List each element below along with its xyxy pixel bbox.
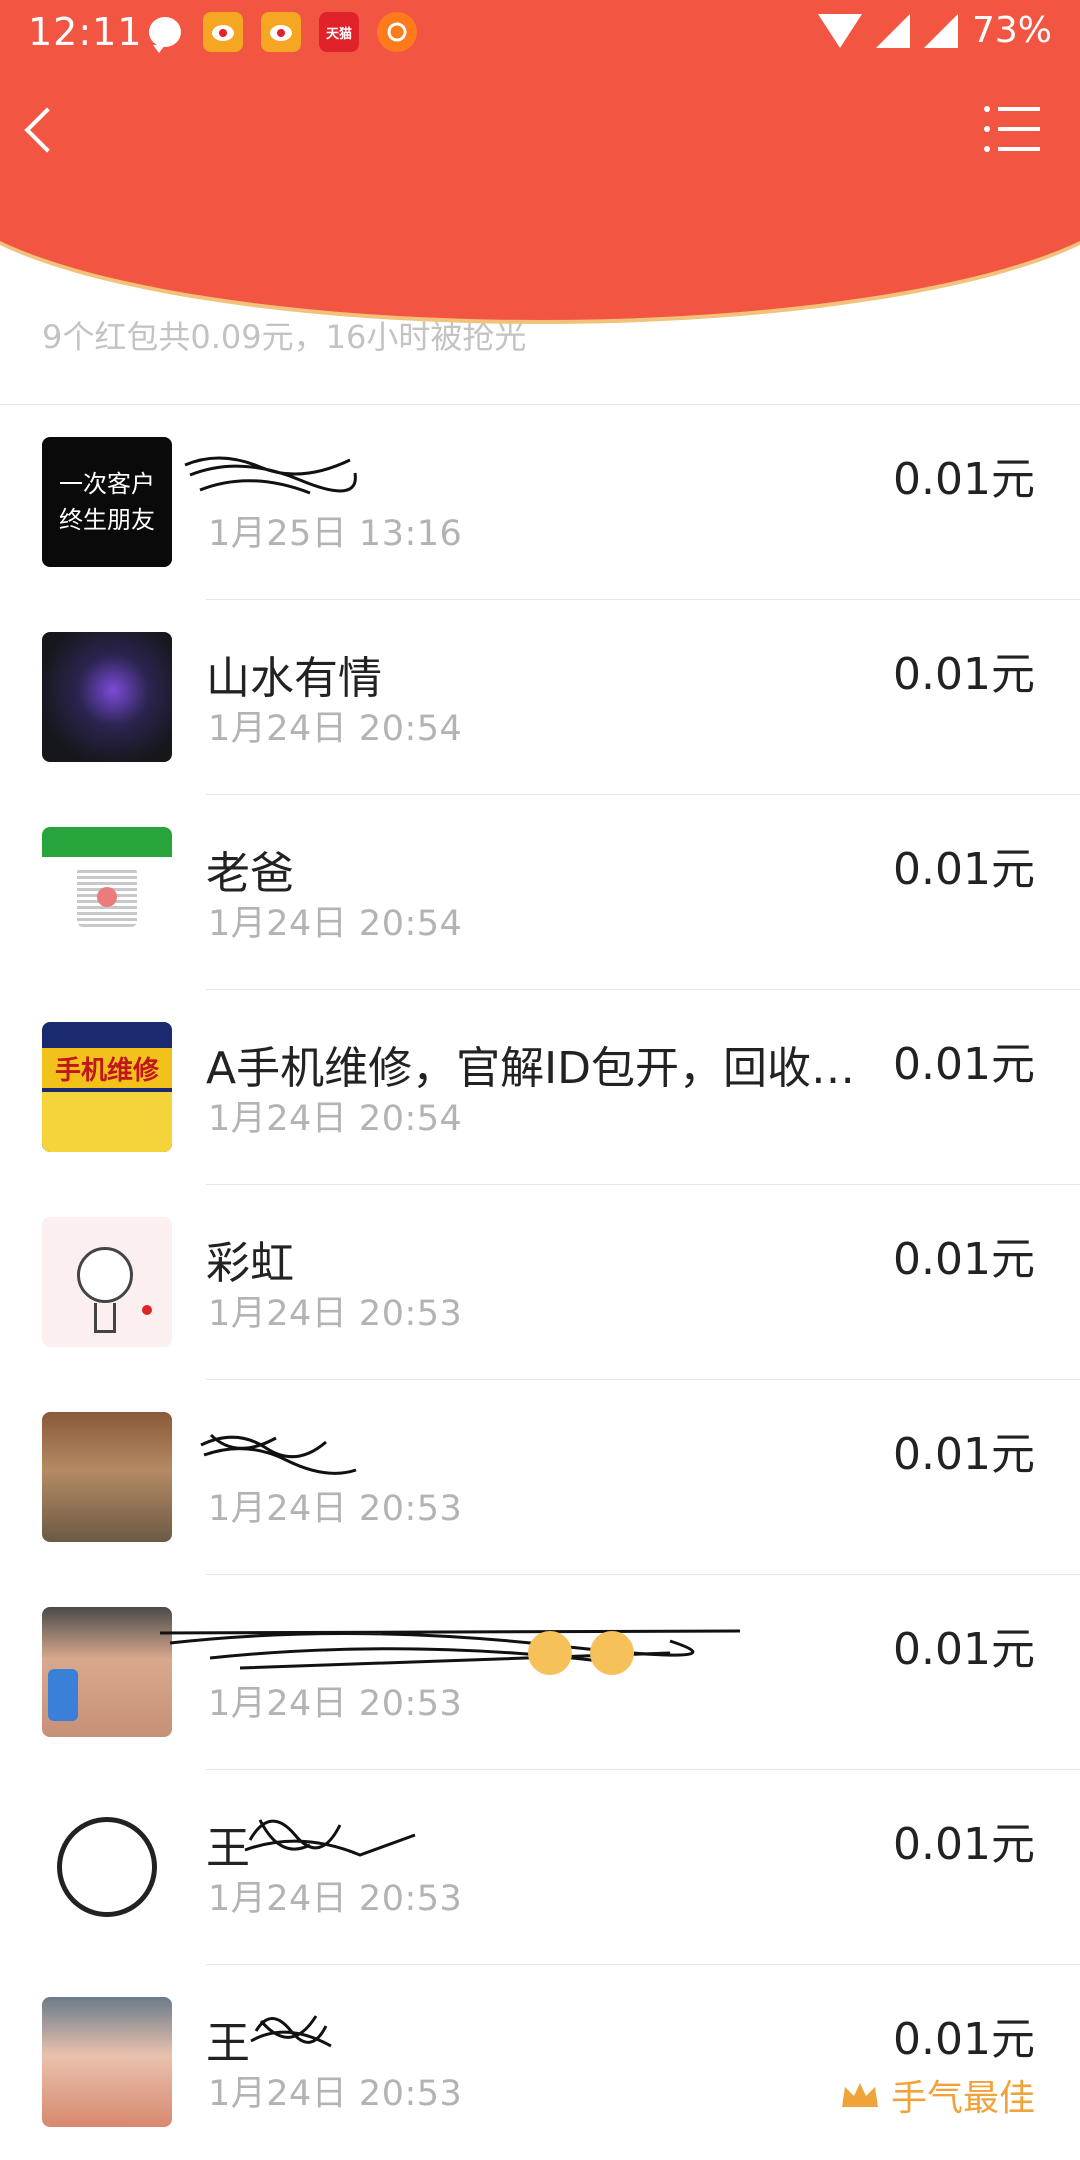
weibo-icon bbox=[203, 12, 243, 52]
best-luck-label: 手气最佳 bbox=[890, 2078, 1035, 2119]
battery-level: 73% bbox=[971, 10, 1052, 51]
avatar[interactable] bbox=[42, 1802, 172, 1932]
redaction-scribble bbox=[184, 456, 357, 495]
redaction-scribble bbox=[200, 1433, 357, 1475]
list-item[interactable]: 王 1月24日 20:53 0.01元 bbox=[0, 1770, 1080, 1965]
claim-time: 1月24日 20:54 bbox=[208, 904, 463, 944]
menu-button[interactable] bbox=[984, 105, 1040, 155]
amount: 0.01元 bbox=[893, 1429, 1035, 1480]
redaction-scribble bbox=[159, 1629, 741, 1675]
amount: 0.01元 bbox=[893, 1819, 1035, 1870]
list-item[interactable]: 手机维修 A手机维修，官解ID包开，回收… 1月24日 20:54 0.01元 bbox=[0, 990, 1080, 1185]
list-item[interactable]: 老爸 1月24日 20:54 0.01元 bbox=[0, 795, 1080, 990]
status-bar: 12:11 天猫 73% bbox=[0, 0, 1080, 66]
amount: 0.01元 bbox=[893, 2014, 1035, 2065]
crown-icon bbox=[839, 2079, 881, 2111]
weibo-icon bbox=[261, 12, 301, 52]
status-time: 12:11 bbox=[28, 10, 143, 54]
avatar[interactable]: 一次客户 终生朋友 bbox=[42, 437, 172, 567]
wifi-icon bbox=[818, 14, 862, 48]
list-item[interactable]: 彩虹 1月24日 20:53 0.01元 bbox=[0, 1185, 1080, 1380]
claim-time: 1月24日 20:53 bbox=[208, 2074, 463, 2114]
list-item[interactable]: 山水有情 1月24日 20:54 0.01元 bbox=[0, 600, 1080, 795]
amount: 0.01元 bbox=[893, 1039, 1035, 1090]
amount: 0.01元 bbox=[893, 844, 1035, 895]
recipient-name: 王 bbox=[206, 2018, 250, 2069]
chat-icon bbox=[145, 12, 185, 53]
avatar[interactable] bbox=[42, 1997, 172, 2127]
avatar[interactable] bbox=[42, 827, 172, 957]
list-item[interactable]: 1月24日 20:53 0.01元 bbox=[0, 1380, 1080, 1575]
avatar[interactable] bbox=[42, 1607, 172, 1737]
back-button[interactable] bbox=[22, 100, 72, 160]
claim-time: 1月24日 20:53 bbox=[208, 1684, 463, 1724]
summary-text: 9个红包共0.09元，16小时被抢光 bbox=[42, 318, 527, 356]
claim-time: 1月24日 20:53 bbox=[208, 1879, 463, 1919]
list-item[interactable]: 一次客户 终生朋友 1月25日 13:16 0.01元 bbox=[0, 405, 1080, 600]
recipient-name: 王 bbox=[206, 1823, 250, 1874]
red-packet-detail-screen: 9个红包共0.09元，16小时被抢光 12:11 天猫 73% 一次客户 终生朋… bbox=[0, 0, 1080, 2160]
claim-time: 1月25日 13:16 bbox=[208, 514, 463, 554]
recipient-list: 一次客户 终生朋友 1月25日 13:16 0.01元 山水有情 1月24日 2… bbox=[0, 405, 1080, 2160]
claim-time: 1月24日 20:54 bbox=[208, 1099, 463, 1139]
tmall-icon: 天猫 bbox=[319, 12, 359, 52]
amount: 0.01元 bbox=[893, 1624, 1035, 1675]
notification-icons: 天猫 bbox=[145, 12, 417, 53]
best-luck-badge: 手气最佳 bbox=[839, 2069, 1035, 2121]
signal-icon bbox=[923, 13, 958, 48]
avatar[interactable] bbox=[42, 1217, 172, 1347]
list-item[interactable]: 1月24日 20:53 0.01元 bbox=[0, 1575, 1080, 1770]
amount: 0.01元 bbox=[893, 1234, 1035, 1285]
avatar[interactable] bbox=[42, 632, 172, 762]
avatar[interactable] bbox=[42, 1412, 172, 1542]
orange-app-icon bbox=[377, 12, 417, 52]
avatar[interactable]: 手机维修 bbox=[42, 1022, 172, 1152]
signal-icon bbox=[875, 13, 910, 48]
recipient-name: A手机维修，官解ID包开，回收… bbox=[206, 1043, 855, 1094]
list-item[interactable]: 王 1月24日 20:53 0.01元 手气最佳 bbox=[0, 1965, 1080, 2160]
amount: 0.01元 bbox=[893, 454, 1035, 505]
recipient-name: 彩虹 bbox=[206, 1238, 294, 1289]
claim-time: 1月24日 20:53 bbox=[208, 1294, 463, 1334]
recipient-name: 老爸 bbox=[206, 848, 294, 899]
status-right: 73% bbox=[818, 10, 1052, 51]
amount: 0.01元 bbox=[893, 649, 1035, 700]
recipient-name: 山水有情 bbox=[206, 653, 382, 704]
claim-time: 1月24日 20:53 bbox=[208, 1489, 463, 1529]
claim-time: 1月24日 20:54 bbox=[208, 709, 463, 749]
